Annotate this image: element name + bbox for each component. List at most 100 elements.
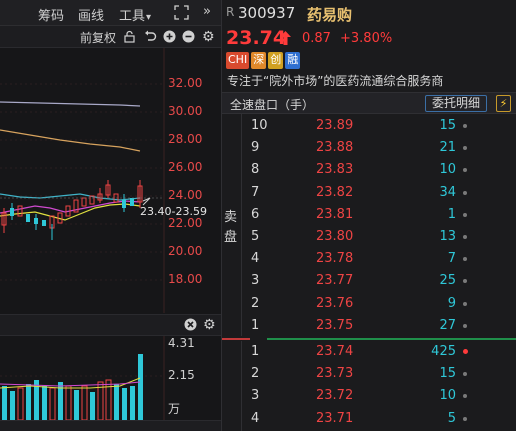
level-volume: 5 <box>447 410 456 426</box>
level-price: 23.81 <box>316 206 354 222</box>
dot-icon <box>463 235 467 239</box>
zoom-out-icon[interactable] <box>182 30 195 46</box>
level-number: 4 <box>251 251 260 267</box>
level-price: 23.71 <box>316 410 354 426</box>
lock-icon[interactable] <box>124 30 135 46</box>
price-tick: 18.00 <box>168 272 203 286</box>
level-price: 23.74 <box>316 344 354 359</box>
market-prefix: R <box>226 5 235 19</box>
stock-code: 300937 <box>238 4 296 22</box>
level-price: 23.73 <box>316 366 354 382</box>
ask-row[interactable]: 7 23.82 34 <box>242 181 516 203</box>
ask-row[interactable]: 3 23.77 25 <box>242 269 516 291</box>
sell-side-label: 卖 盘 <box>222 114 242 336</box>
level-price: 23.72 <box>316 388 354 404</box>
level-volume: 7 <box>447 251 456 267</box>
dot-icon <box>463 301 467 306</box>
price-tick: 26.00 <box>168 160 203 174</box>
dot-icon <box>463 124 467 128</box>
level-volume: 34 <box>439 184 456 200</box>
volume-chart[interactable]: 4.31 2.15 万 <box>0 336 221 421</box>
bid-row[interactable]: 3 23.72 10 <box>242 384 516 406</box>
level-volume: 425 <box>431 344 456 359</box>
tab-entrust-detail[interactable]: 委托明细 <box>425 95 487 112</box>
level-number: 4 <box>251 410 260 426</box>
price-tick: 28.00 <box>168 132 203 146</box>
sell-label-char: 卖 <box>224 210 238 225</box>
gear-icon[interactable]: ⚙ <box>202 29 215 45</box>
level-volume: 1 <box>447 206 456 222</box>
chart-toolbar: 前复权 ⚙ <box>0 26 221 48</box>
level-number: 3 <box>251 273 260 289</box>
chart-panel: 筹码 画线 工具▾ » 前复权 ⚙ 32.00 30.00 28.00 26.0… <box>0 0 221 431</box>
quote-panel: R 300937 药易购 23.74 0.87 +3.80% CHI 深 创 融… <box>221 0 516 431</box>
ask-row[interactable]: 8 23.83 10 <box>242 158 516 180</box>
price-tick: 32.00 <box>168 76 203 90</box>
fullscreen-icon[interactable] <box>174 5 189 23</box>
level-price: 23.83 <box>316 162 354 178</box>
level-volume: 15 <box>439 118 456 133</box>
level-price: 23.82 <box>316 184 354 200</box>
bid-row[interactable]: 2 23.73 15 <box>242 362 516 384</box>
level-number: 10 <box>251 118 268 133</box>
level-price: 23.75 <box>316 317 354 333</box>
ma-line-short <box>0 193 141 201</box>
level-number: 1 <box>251 317 260 333</box>
dot-icon <box>463 394 467 399</box>
chart-bottom-strip <box>0 420 221 431</box>
level-price: 23.76 <box>316 295 354 311</box>
level-volume: 21 <box>439 140 456 156</box>
zoom-in-icon[interactable] <box>163 30 176 46</box>
menu-draw[interactable]: 画线 <box>78 5 104 24</box>
tab-full-book[interactable]: 全速盘口（手） <box>230 96 314 113</box>
badge-chi[interactable]: CHI <box>226 52 250 69</box>
level-number: 3 <box>251 388 260 404</box>
level-volume: 15 <box>439 366 456 382</box>
undo-icon[interactable] <box>144 30 157 46</box>
dot-icon <box>463 416 467 421</box>
price-tick: 20.00 <box>168 244 203 258</box>
buy-side-label <box>222 341 242 431</box>
candlestick-chart[interactable]: 32.00 30.00 28.00 26.00 24.00 22.00 20.0… <box>0 48 221 313</box>
badge-margin[interactable]: 融 <box>285 52 301 69</box>
double-chevron-right-icon[interactable]: » <box>203 4 211 19</box>
company-description: 专注于“院外市场”的医药流通综合服务商 <box>227 74 444 88</box>
ask-row[interactable]: 1 23.75 27 <box>242 314 516 336</box>
ask-row[interactable]: 6 23.81 1 <box>242 203 516 225</box>
bid-row[interactable]: 1 23.74 425 <box>242 340 516 362</box>
close-icon[interactable] <box>184 318 197 334</box>
ask-row[interactable]: 9 23.88 21 <box>242 136 516 158</box>
level-volume: 10 <box>439 162 456 178</box>
ask-row[interactable]: 5 23.80 13 <box>242 225 516 247</box>
dot-icon <box>463 190 467 195</box>
chevron-down-icon: ▾ <box>146 12 152 23</box>
ask-row[interactable]: 10 23.89 15 <box>242 114 516 136</box>
orderbook-tabs: 全速盘口（手） 委托明细 ⚡ <box>222 92 516 114</box>
price-header: 23.74 0.87 +3.80% <box>222 26 516 50</box>
price-range-label: 23.40-23.59 <box>140 205 207 218</box>
dot-icon <box>463 168 467 173</box>
level-number: 5 <box>251 229 260 244</box>
volume-tick-top: 4.31 <box>168 336 195 350</box>
badge-chinext[interactable]: 创 <box>268 52 284 69</box>
level-number: 2 <box>251 366 260 382</box>
badge-shenzhen[interactable]: 深 <box>251 52 267 69</box>
bid-row[interactable]: 4 23.71 5 <box>242 407 516 429</box>
level-number: 1 <box>251 344 260 359</box>
flash-icon[interactable]: ⚡ <box>496 95 511 112</box>
level-number: 8 <box>251 162 260 178</box>
price-tick: 30.00 <box>168 104 203 118</box>
gear-icon[interactable]: ⚙ <box>203 317 216 333</box>
ask-row[interactable]: 2 23.76 9 <box>242 292 516 314</box>
ma-line-long <box>0 101 141 107</box>
menu-tools[interactable]: 工具▾ <box>119 5 151 24</box>
level-price: 23.89 <box>316 118 354 133</box>
menu-chips[interactable]: 筹码 <box>38 5 64 24</box>
level-number: 2 <box>251 295 260 311</box>
ask-row[interactable]: 4 23.78 7 <box>242 247 516 269</box>
sell-label-char: 盘 <box>224 230 238 245</box>
level-volume: 25 <box>439 273 456 289</box>
menu-tools-label: 工具 <box>119 9 146 24</box>
adjust-mode-button[interactable]: 前复权 <box>80 29 116 46</box>
volume-toolbar: ⚙ <box>0 314 221 336</box>
